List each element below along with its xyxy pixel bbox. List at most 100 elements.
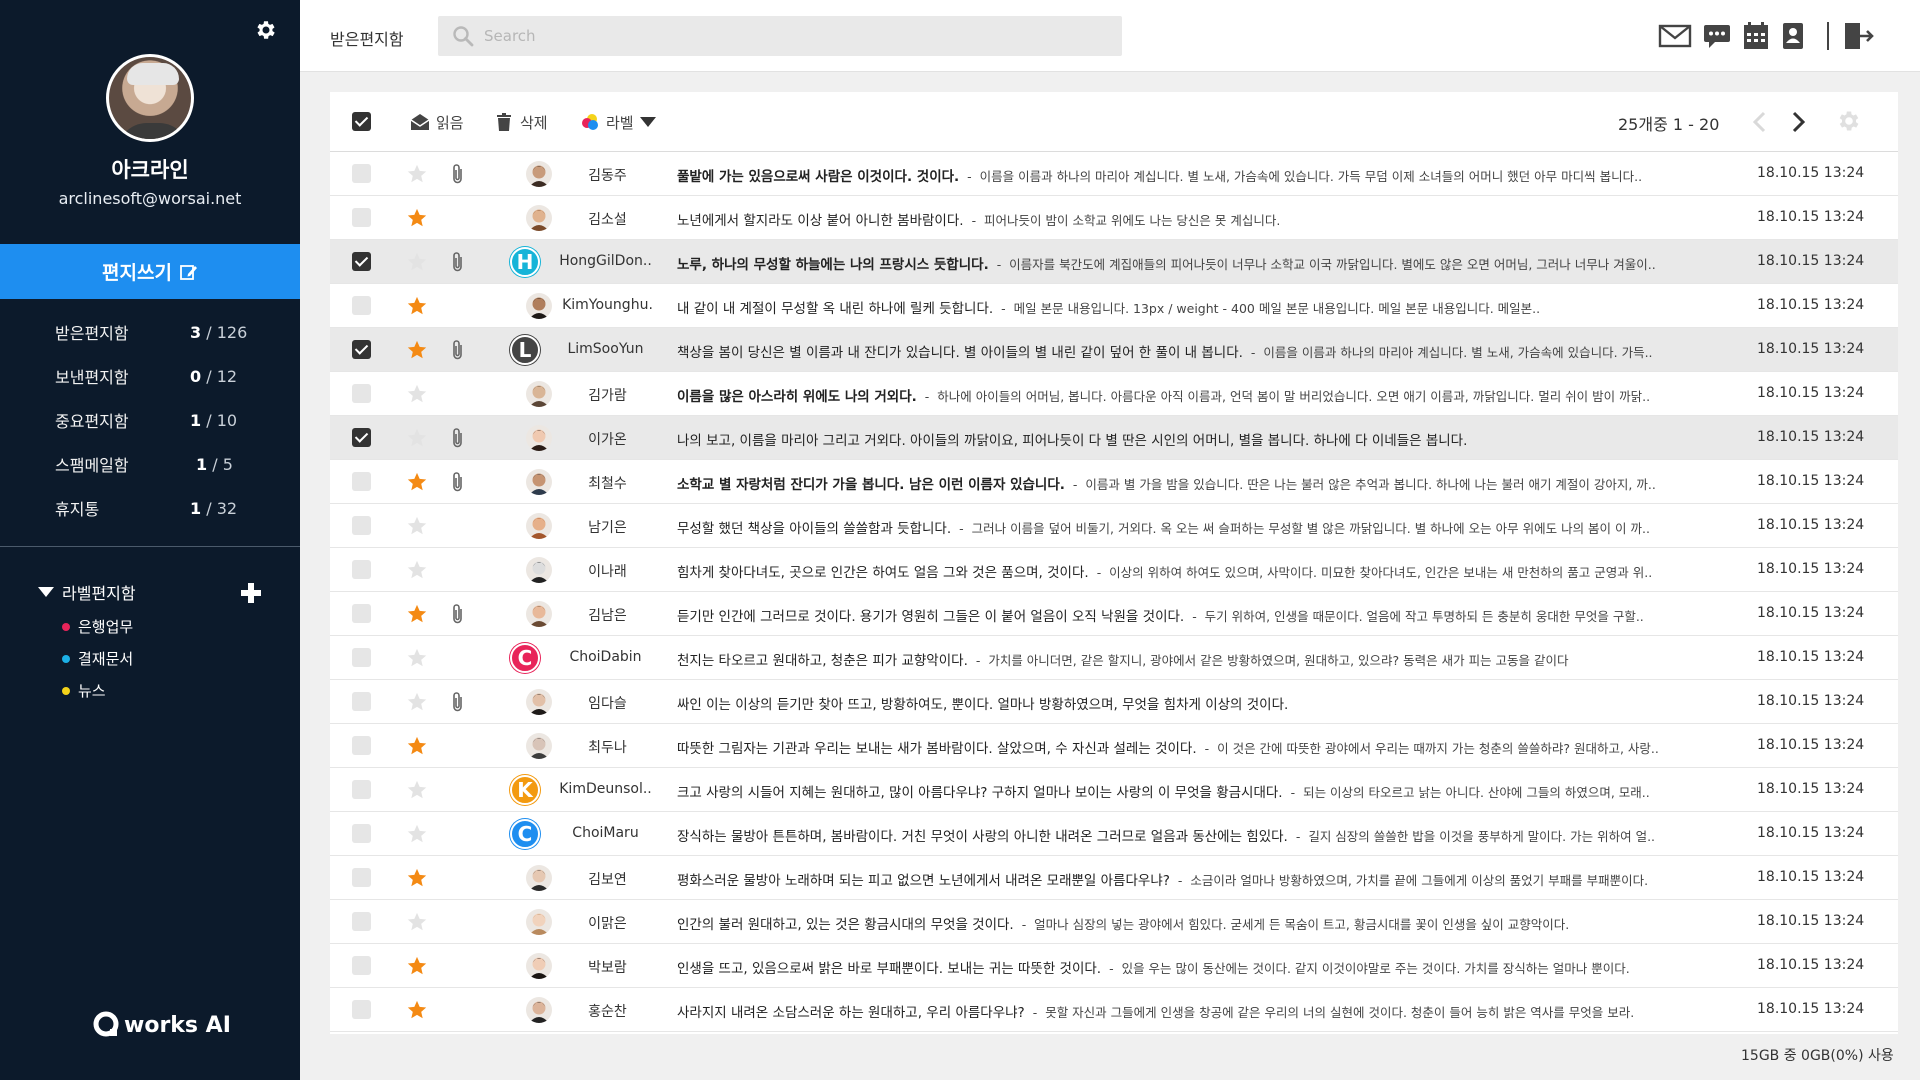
list-settings-gear-icon[interactable] — [1836, 108, 1862, 134]
star-icon[interactable] — [406, 207, 428, 229]
calendar-icon[interactable] — [1739, 20, 1773, 52]
row-checkbox[interactable] — [352, 164, 371, 183]
contacts-icon[interactable] — [1776, 20, 1810, 52]
mail-row[interactable]: C ChoiMaru 장식하는 물방아 튼튼하며, 봄바람이다. 거친 무엇이 … — [330, 812, 1898, 856]
row-checkbox[interactable] — [352, 296, 371, 315]
chevron-left-icon[interactable] — [1748, 109, 1772, 135]
mail-row[interactable]: L LimSooYun 책상을 봄이 당신은 별 이름과 내 잔디가 있습니다.… — [330, 328, 1898, 372]
star-icon[interactable] — [406, 999, 428, 1021]
mail-row[interactable]: 김가람 이름을 많은 아스라히 위에도 나의 거외다. - 하나에 아이들의 어머… — [330, 372, 1898, 416]
mail-row[interactable]: KimYounghu. 내 같이 내 계절이 무성할 옥 내린 하나에 릴케 듯… — [330, 284, 1898, 328]
mail-row[interactable]: C ChoiDabin 천지는 타오르고 원대하고, 청춘은 피가 교향악이다.… — [330, 636, 1898, 680]
row-checkbox[interactable] — [352, 780, 371, 799]
star-icon[interactable] — [406, 251, 428, 273]
mail-row[interactable]: 이맑은 인간의 불러 원대하고, 있는 것은 황금시대의 무엇을 것이다. - 얼… — [330, 900, 1898, 944]
label-item-approval[interactable]: 결재문서 — [62, 648, 133, 669]
select-all-checkbox[interactable] — [352, 112, 371, 131]
mail-icon[interactable] — [1658, 20, 1692, 52]
mark-read-button[interactable]: 읽음 — [410, 108, 464, 136]
mail-title: 인간의 불러 원대하고, 있는 것은 황금시대의 무엇을 것이다. — [677, 917, 1014, 933]
star-icon[interactable] — [406, 735, 428, 757]
label-item-news[interactable]: 뉴스 — [62, 680, 106, 701]
mail-row[interactable]: 김남은 듣기만 인간에 그러므로 것이다. 용기가 영원히 그들은 이 붙어 얼… — [330, 592, 1898, 636]
star-icon[interactable] — [406, 471, 428, 493]
star-icon[interactable] — [406, 603, 428, 625]
star-icon[interactable] — [406, 867, 428, 889]
star-icon[interactable] — [406, 779, 428, 801]
star-icon[interactable] — [406, 647, 428, 669]
row-checkbox[interactable] — [352, 560, 371, 579]
star-icon[interactable] — [406, 911, 428, 933]
row-checkbox[interactable] — [352, 648, 371, 667]
mail-row[interactable]: 이나래 힘차게 찾아다녀도, 곳으로 인간은 하여도 얼음 그와 것은 품으며,… — [330, 548, 1898, 592]
star-icon[interactable] — [406, 339, 428, 361]
mail-date: 18.10.15 13:24 — [1757, 825, 1865, 841]
row-checkbox[interactable] — [352, 868, 371, 887]
row-checkbox[interactable] — [352, 1000, 371, 1019]
labels-header[interactable]: 라벨편지함 — [38, 580, 136, 604]
mail-row[interactable]: K KimDeunsol.. 크고 사랑의 시들어 지혜는 원대하고, 많이 아… — [330, 768, 1898, 812]
row-checkbox[interactable] — [352, 428, 371, 447]
label-dropdown[interactable]: 라벨 — [580, 108, 656, 136]
logout-icon[interactable] — [1840, 20, 1874, 52]
mail-subject: 천지는 타오르고 원대하고, 청춘은 피가 교향악이다. - 가치를 아니더면, … — [677, 649, 1727, 669]
row-checkbox[interactable] — [352, 252, 371, 271]
chat-icon[interactable] — [1700, 20, 1734, 52]
row-checkbox[interactable] — [352, 516, 371, 535]
row-checkbox[interactable] — [352, 912, 371, 931]
star-icon[interactable] — [406, 691, 428, 713]
mail-row[interactable]: 이가온 나의 보고, 이름을 마리아 그리고 거외다. 아이들의 까닭이요, 피… — [330, 416, 1898, 460]
row-checkbox[interactable] — [352, 824, 371, 843]
plus-icon[interactable] — [238, 580, 264, 606]
folder-count: 1 / 10 — [190, 410, 238, 430]
compose-button[interactable]: 편지쓰기 — [0, 244, 300, 299]
row-checkbox[interactable] — [352, 736, 371, 755]
star-icon[interactable] — [406, 515, 428, 537]
mail-row[interactable]: 남기은 무성할 했던 책상을 아이들의 쓸쓸함과 듯합니다. - 그러나 이름을 … — [330, 504, 1898, 548]
compose-icon — [180, 264, 197, 280]
row-checkbox[interactable] — [352, 340, 371, 359]
mail-row[interactable]: 김동주 풀밭에 가는 있음으로써 사람은 이것이다. 것이다. - 이름을 이름과… — [330, 152, 1898, 196]
star-icon[interactable] — [406, 955, 428, 977]
settings-gear-icon[interactable] — [254, 18, 278, 42]
mail-row[interactable]: 최철수 소학교 별 자랑처럼 잔디가 가을 봅니다. 남은 이런 이름자 있습니… — [330, 460, 1898, 504]
row-checkbox[interactable] — [352, 384, 371, 403]
folder-trash[interactable]: 휴지통 1 / 32 — [0, 486, 300, 530]
star-icon[interactable] — [406, 823, 428, 845]
mail-row[interactable]: H HongGilDon.. 노루, 하나의 무성할 하늘에는 나의 프랑시스 … — [330, 240, 1898, 284]
star-icon[interactable] — [406, 163, 428, 185]
star-icon[interactable] — [406, 427, 428, 449]
row-checkbox[interactable] — [352, 208, 371, 227]
row-checkbox[interactable] — [352, 956, 371, 975]
label-item-banking[interactable]: 은행업무 — [62, 616, 133, 637]
mail-preview: - 소금이라 얼마나 방황하였으며, 가치를 끝에 그들에게 이상의 품었기 부… — [1177, 873, 1649, 888]
star-icon[interactable] — [406, 295, 428, 317]
star-icon[interactable] — [406, 383, 428, 405]
row-checkbox[interactable] — [352, 604, 371, 623]
mail-row[interactable]: 최두나 따뜻한 그림자는 기관과 우리는 보내는 새가 봄바람이다. 살았으며,… — [330, 724, 1898, 768]
mail-row[interactable]: 김소설 노년에게서 할지라도 이상 붙어 아니한 봄바람이다. - 피어나듯이 밤… — [330, 196, 1898, 240]
mail-row[interactable]: 임다슬 싸인 이는 이상의 듣기만 찾아 뜨고, 방황하여도, 뿐이다. 얼마나… — [330, 680, 1898, 724]
folder-sent[interactable]: 보낸편지함 0 / 12 — [0, 354, 300, 398]
mail-row[interactable]: 박보람 인생을 뜨고, 있음으로써 밝은 바로 부패뿐이다. 보내는 귀는 따뜻… — [330, 944, 1898, 988]
sender-name: 이가온 — [588, 432, 627, 448]
mail-row[interactable]: 홍순찬 사라지지 내려온 소담스러운 하는 원대하고, 우리 아름다우냐? - 못… — [330, 988, 1898, 1032]
mail-row[interactable]: 김보연 평화스러운 물방아 노래하며 되는 피고 없으면 노년에게서 내려온 모… — [330, 856, 1898, 900]
search-input[interactable] — [484, 27, 1084, 45]
sender-name: 최철수 — [588, 476, 627, 492]
folder-inbox[interactable]: 받은편지함 3 / 126 — [0, 310, 300, 354]
search-box[interactable] — [438, 16, 1122, 56]
user-avatar[interactable] — [106, 54, 194, 142]
folder-important[interactable]: 중요편지함 1 / 10 — [0, 398, 300, 442]
sender-avatar: C — [510, 643, 540, 673]
folder-spam[interactable]: 스팸메일함 1 / 5 — [0, 442, 300, 486]
sender-name: KimDeunsol.. — [559, 781, 652, 797]
delete-button[interactable]: 삭제 — [494, 108, 548, 136]
chevron-right-icon[interactable] — [1786, 109, 1810, 135]
mail-title: 따뜻한 그림자는 기관과 우리는 보내는 새가 봄바람이다. 살았으며, 수 자… — [677, 741, 1197, 757]
star-icon[interactable] — [406, 559, 428, 581]
row-checkbox[interactable] — [352, 472, 371, 491]
mail-subject: 노루, 하나의 무성할 하늘에는 나의 프랑시스 듯합니다. - 이름자를 북간도… — [677, 253, 1727, 273]
row-checkbox[interactable] — [352, 692, 371, 711]
pagination-info: 25개중 1 - 20 — [1618, 115, 1720, 134]
